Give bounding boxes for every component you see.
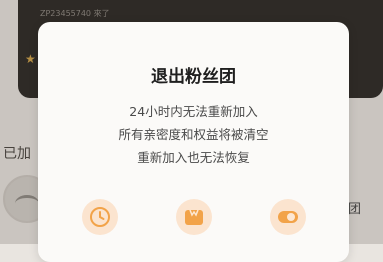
dialog-message-line-1: 24小时内无法重新加入 [129, 104, 258, 119]
card-icon [176, 199, 212, 235]
clock-icon [82, 199, 118, 235]
leave-fan-club-dialog: 退出粉丝团 24小时内无法重新加入 所有亲密度和权益将被清空 重新加入也无法恢复 [38, 22, 349, 262]
dialog-message-line-2: 所有亲密度和权益将被清空 [118, 127, 269, 142]
dialog-message-line-3: 重新加入也无法恢复 [137, 150, 250, 165]
dialog-title: 退出粉丝团 [151, 67, 236, 87]
toggle-icon [270, 199, 306, 235]
